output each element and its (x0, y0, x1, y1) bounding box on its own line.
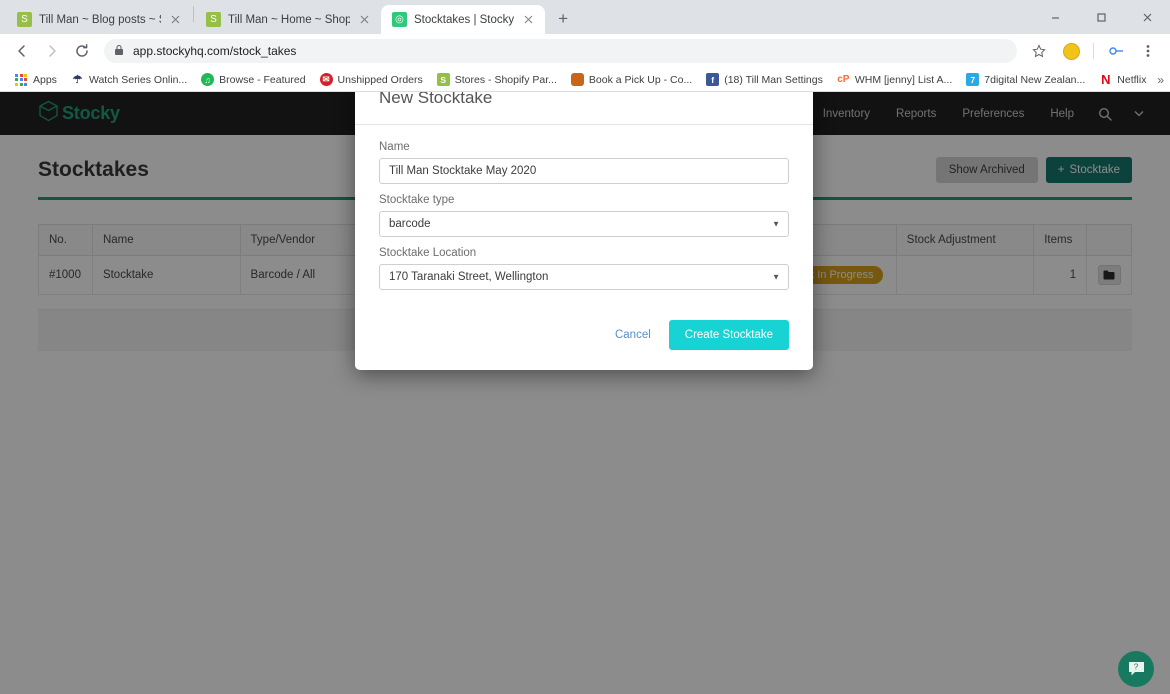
page-viewport: Stocky Dashboard Vendors Suppliers Purch… (0, 92, 1170, 694)
omnibox-actions (1025, 37, 1162, 65)
watchseries-icon: ☂ (71, 73, 84, 86)
field-group-location: Stocktake Location ▼ (379, 247, 789, 290)
extension-icon[interactable] (1102, 37, 1130, 65)
netflix-icon: N (1099, 73, 1112, 86)
bookmark-browse-featured[interactable]: ♫ Browse - Featured (194, 71, 312, 88)
name-label: Name (379, 141, 789, 153)
stocky-icon: ◎ (392, 12, 407, 27)
modal-body: Name Stocktake type ▼ Stocktake Location… (355, 125, 813, 308)
bookmark-label: WHM [jenny] List A... (855, 74, 952, 86)
stocktake-location-label: Stocktake Location (379, 247, 789, 259)
close-icon[interactable] (168, 12, 183, 27)
close-icon[interactable] (1124, 0, 1170, 34)
browser-window: S Till Man ~ Blog posts ~ Shopify S S Ti… (0, 0, 1170, 694)
lock-icon (114, 44, 124, 59)
bookmark-label: (18) Till Man Settings (724, 74, 823, 86)
tab-strip: S Till Man ~ Blog posts ~ Shopify S S Ti… (0, 0, 1170, 34)
bookmark-label: Browse - Featured (219, 74, 305, 86)
facebook-icon: f (706, 73, 719, 86)
browser-tab-1[interactable]: S Till Man ~ Blog posts ~ Shopify S (6, 5, 192, 34)
modal-title: New Stocktake (379, 92, 789, 108)
new-stocktake-modal: New Stocktake Name Stocktake type ▼ Stoc… (355, 92, 813, 370)
bookmark-book-pickup[interactable]: Book a Pick Up - Co... (564, 71, 699, 88)
field-group-type: Stocktake type ▼ (379, 194, 789, 237)
reload-icon[interactable] (68, 37, 96, 65)
bookmark-unshipped-orders[interactable]: ✉ Unshipped Orders (313, 71, 430, 88)
svg-text:?: ? (1133, 663, 1138, 672)
cancel-button[interactable]: Cancel (611, 323, 655, 347)
bookmark-till-man-settings[interactable]: f (18) Till Man Settings (699, 71, 830, 88)
tab-title: Till Man ~ Home ~ Shopify (228, 14, 350, 26)
bookmark-label: Watch Series Onlin... (89, 74, 187, 86)
bookmark-watch-series[interactable]: ☂ Watch Series Onlin... (64, 71, 194, 88)
bookmarks-bar: Apps ☂ Watch Series Onlin... ♫ Browse - … (0, 68, 1170, 92)
apps-grid-icon (15, 74, 28, 86)
window-controls (1032, 0, 1170, 34)
url-text: app.stockyhq.com/stock_takes (133, 44, 296, 58)
bookmark-label: Netflix (1117, 74, 1146, 86)
bookmark-whm-list[interactable]: cP WHM [jenny] List A... (830, 71, 959, 88)
bookmark-7digital[interactable]: 7 7digital New Zealan... (959, 71, 1092, 88)
tab-title: Stocktakes | Stocky (414, 14, 514, 26)
bookmark-label: Stores - Shopify Par... (455, 74, 557, 86)
field-group-name: Name (379, 141, 789, 184)
spotify-icon: ♫ (201, 73, 214, 86)
browser-toolbar: app.stockyhq.com/stock_takes (0, 34, 1170, 68)
minimize-icon[interactable] (1032, 0, 1078, 34)
modal-footer: Cancel Create Stocktake (355, 308, 813, 370)
three-dot-menu-icon[interactable] (1134, 37, 1162, 65)
forward-arrow-icon[interactable] (38, 37, 66, 65)
bookmark-label: Apps (33, 74, 57, 86)
close-icon[interactable] (521, 12, 536, 27)
stocktake-type-select[interactable] (379, 211, 789, 237)
unshipped-icon: ✉ (320, 73, 333, 86)
browser-tab-2[interactable]: S Till Man ~ Home ~ Shopify (195, 5, 381, 34)
toolbar-divider (1093, 43, 1094, 59)
star-icon[interactable] (1025, 37, 1053, 65)
7digital-icon: 7 (966, 73, 979, 86)
bookmark-stores-shopify[interactable]: S Stores - Shopify Par... (430, 71, 564, 88)
help-chat-icon[interactable]: ? (1118, 651, 1154, 687)
close-icon[interactable] (357, 12, 372, 27)
cpanel-icon: cP (837, 73, 850, 86)
modal-header: New Stocktake (355, 92, 813, 125)
shopify-icon: S (17, 12, 32, 27)
maximize-icon[interactable] (1078, 0, 1124, 34)
tab-divider (193, 6, 194, 22)
bookmark-label: Unshipped Orders (338, 74, 423, 86)
bookmark-label: 7digital New Zealan... (984, 74, 1085, 86)
back-arrow-icon[interactable] (8, 37, 36, 65)
bookmark-netflix[interactable]: N Netflix (1092, 71, 1153, 88)
browser-tab-3[interactable]: ◎ Stocktakes | Stocky (381, 5, 545, 34)
create-stocktake-button[interactable]: Create Stocktake (669, 320, 789, 350)
avatar-icon[interactable] (1057, 37, 1085, 65)
new-tab-button[interactable]: + (549, 5, 577, 33)
shopify-icon: S (437, 73, 450, 86)
stocktake-name-input[interactable] (379, 158, 789, 184)
stocktake-location-select[interactable] (379, 264, 789, 290)
tab-title: Till Man ~ Blog posts ~ Shopify S (39, 14, 161, 26)
bookmarks-overflow-button[interactable]: » (1157, 73, 1164, 87)
bookmark-apps[interactable]: Apps (8, 72, 64, 88)
shopify-icon: S (206, 12, 221, 27)
address-bar[interactable]: app.stockyhq.com/stock_takes (104, 39, 1017, 63)
stocktake-type-label: Stocktake type (379, 194, 789, 206)
bookmark-label: Book a Pick Up - Co... (589, 74, 692, 86)
parcel-icon (571, 73, 584, 86)
